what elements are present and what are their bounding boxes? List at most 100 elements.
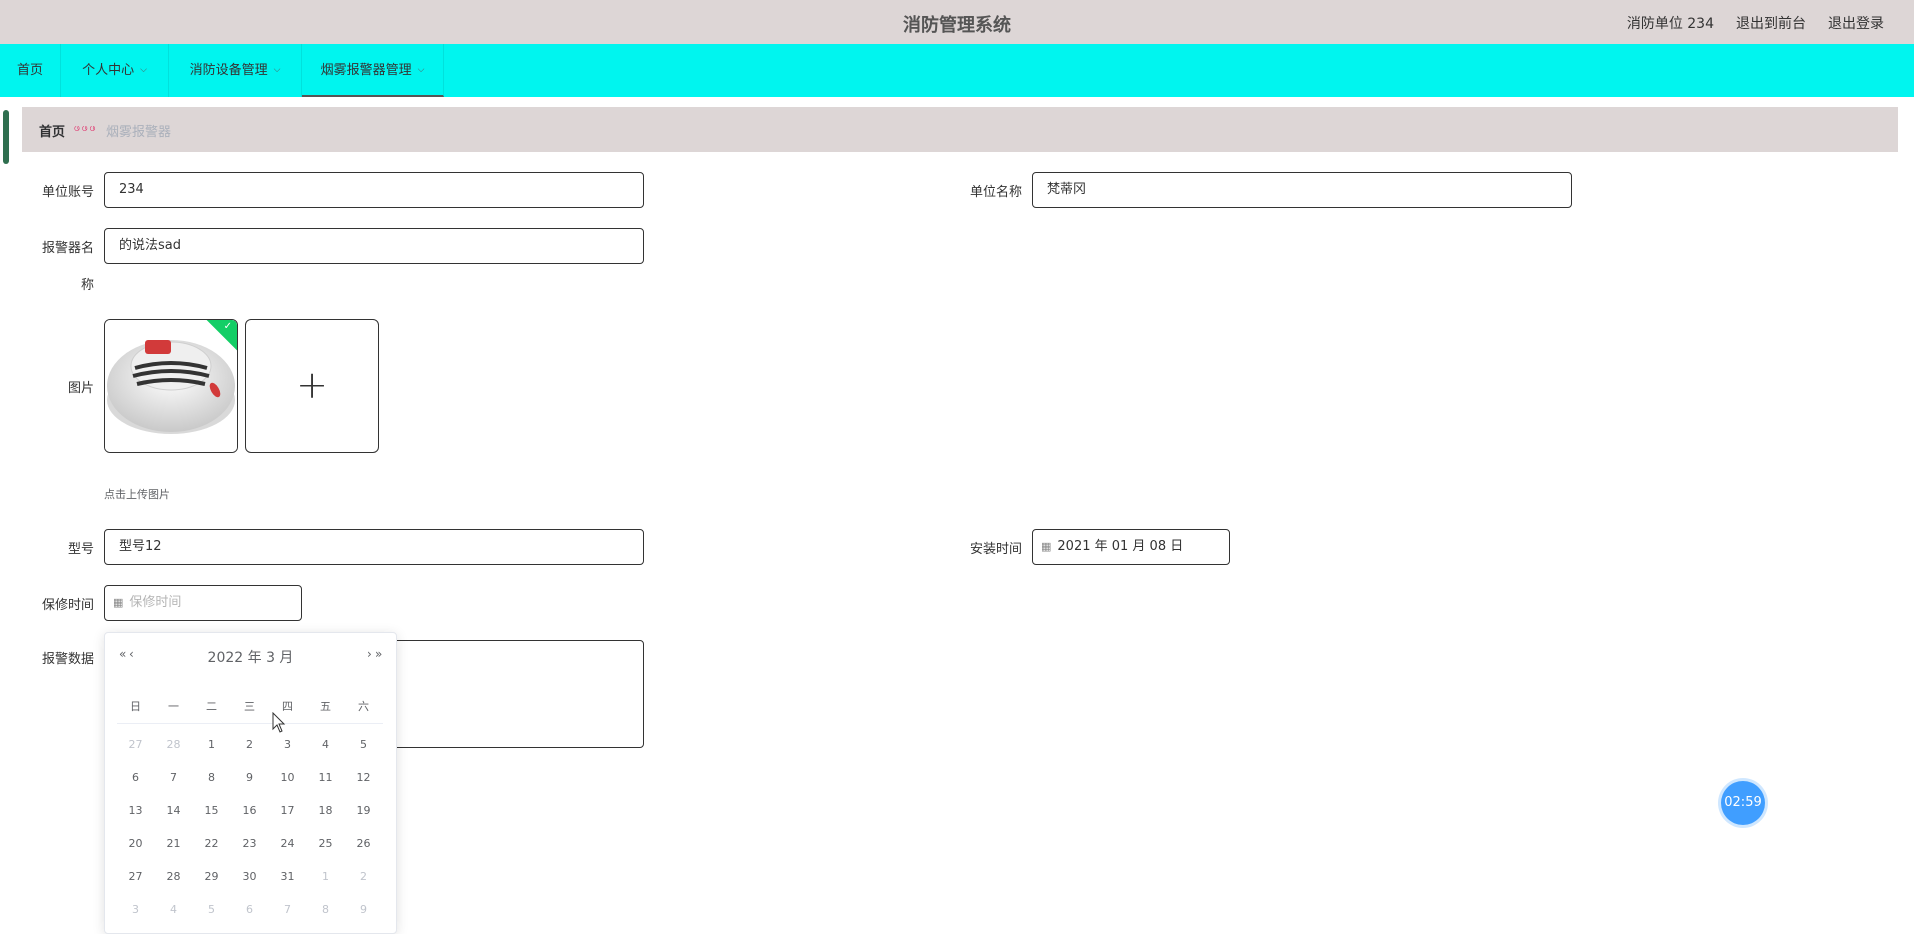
date-cell[interactable]: 25 [307,830,344,858]
date-cell[interactable]: 22 [193,830,230,858]
nav-item-fire-equipment[interactable]: 消防设备管理 ⌵ [169,44,302,97]
uploaded-image[interactable]: ✓ [104,319,238,453]
nav-item-label: 首页 [16,63,43,78]
date-cell[interactable]: 11 [307,764,344,792]
date-cell[interactable]: 1 [193,731,230,759]
date-cell[interactable]: 8 [193,764,230,792]
date-row: 27 28 1 2 3 4 5 [117,731,383,764]
warranty-input[interactable]: ▦ 保修时间 [104,585,302,621]
date-picker-popup: « ‹ 2022 年 3 月 › » 日一二三四五六 27 28 1 2 3 4 5 6 7 8 9… [104,632,397,934]
model-label: 型号 [67,542,94,557]
date-cell[interactable]: 4 [155,896,192,924]
date-cell[interactable]: 7 [269,896,306,924]
next-year-button[interactable]: » [375,647,382,661]
install-time-value: 2021 年 01 月 08 日 [1057,539,1184,554]
date-cell[interactable]: 4 [307,731,344,759]
smoke-detector-image [105,320,237,452]
date-cell[interactable]: 2 [231,731,268,759]
date-cell[interactable]: 7 [155,764,192,792]
install-time-input[interactable]: ▦ 2021 年 01 月 08 日 [1032,529,1230,565]
mouse-cursor-icon [272,712,286,733]
date-cell[interactable]: 30 [231,863,268,891]
breadcrumb: 首页 ဖ ဖ ဖ 烟雾报警器 [22,107,1898,152]
nav-item-smoke-alarm[interactable]: 烟雾报警器管理 ⌵ [302,44,444,97]
date-cell[interactable]: 3 [269,731,306,759]
breadcrumb-separator-icon: ဖ ဖ ဖ [74,121,96,134]
top-header: 消防管理系统 消防单位 234 退出到前台 退出登录 [0,0,1914,44]
nav-item-home[interactable]: 首页 [0,44,61,97]
date-cell[interactable]: 29 [193,863,230,891]
date-cell[interactable]: 10 [269,764,306,792]
countdown-timer[interactable]: 02:59 [1721,781,1765,825]
date-cell[interactable]: 31 [269,863,306,891]
date-cell[interactable]: 28 [155,863,192,891]
nav-item-label: 烟雾报警器管理 [320,63,412,78]
date-cell[interactable]: 23 [231,830,268,858]
model-input[interactable]: 型号12 [104,529,644,565]
plus-icon: + [296,363,328,407]
weekday-label: 二 [206,700,217,713]
date-row: 3456789 [117,896,383,929]
date-cell[interactable]: 5 [345,731,382,759]
weekday-header: 日一二三四五六 [117,693,383,724]
nav-item-personal-center[interactable]: 个人中心 ⌵ [61,44,169,97]
alarm-name-label: 报警器名 [41,241,94,256]
date-cell[interactable]: 14 [155,797,192,825]
date-row: 20 21 22 23 24 25 26 [117,830,383,863]
date-cell[interactable]: 27 [117,863,154,891]
date-cell[interactable]: 2 [345,863,382,891]
date-cell[interactable]: 26 [345,830,382,858]
date-cell[interactable]: 20 [117,830,154,858]
weekday-label: 五 [320,700,331,713]
next-month-button[interactable]: › [367,647,372,661]
date-cell[interactable]: 19 [345,797,382,825]
date-cell[interactable]: 18 [307,797,344,825]
unit-name-input[interactable]: 梵蒂冈 [1032,172,1572,208]
date-cell[interactable]: 9 [231,764,268,792]
date-cell[interactable]: 8 [307,896,344,924]
unit-name-label: 单位名称 [969,185,1022,200]
date-cell[interactable]: 13 [117,797,154,825]
scrollbar-thumb[interactable] [3,110,9,164]
date-picker-title[interactable]: 2022 年 3 月 [105,647,396,667]
date-cell[interactable]: 1 [307,863,344,891]
calendar-icon: ▦ [113,596,124,609]
date-cell[interactable]: 27 [117,731,154,759]
back-to-front-link[interactable]: 退出到前台 [1736,13,1806,33]
main-nav: 首页 个人中心 ⌵ 消防设备管理 ⌵ 烟雾报警器管理 ⌵ [0,44,1914,97]
date-cell[interactable]: 3 [117,896,154,924]
weekday-label: 日 [130,700,141,713]
alarm-name-input[interactable]: 的说法sad [104,228,644,264]
install-time-label: 安装时间 [969,542,1022,557]
chevron-down-icon: ⌵ [273,65,281,75]
date-row: 13 14 15 16 17 18 19 [117,797,383,830]
chevron-down-icon: ⌵ [417,65,425,75]
weekday-label: 三 [244,700,255,713]
nav-item-label: 消防设备管理 [189,63,268,78]
account-input[interactable]: 234 [104,172,644,208]
date-cell[interactable]: 12 [345,764,382,792]
alarm-data-label: 报警数据 [41,652,94,667]
header-actions: 消防单位 234 退出到前台 退出登录 [1627,13,1884,33]
logout-link[interactable]: 退出登录 [1828,13,1884,33]
upload-tip: 点击上传图片 [104,488,170,501]
date-row: 6 7 8 9 10 11 12 [117,764,383,797]
date-cell[interactable]: 15 [193,797,230,825]
date-cell[interactable]: 21 [155,830,192,858]
weekday-label: 六 [358,700,369,713]
weekday-label: 一 [168,700,179,713]
date-row: 27 28 29 30 31 1 2 [117,863,383,896]
date-cell[interactable]: 17 [269,797,306,825]
date-cell[interactable]: 6 [117,764,154,792]
calendar-icon: ▦ [1041,540,1052,553]
account-label: 单位账号 [41,185,94,200]
date-cell[interactable]: 6 [231,896,268,924]
date-cell[interactable]: 16 [231,797,268,825]
alarm-name-label-wrap: 称 [80,278,94,293]
upload-image-button[interactable]: + [245,319,379,453]
date-cell[interactable]: 28 [155,731,192,759]
date-cell[interactable]: 24 [269,830,306,858]
date-cell[interactable]: 5 [193,896,230,924]
date-cell[interactable]: 9 [345,896,382,924]
breadcrumb-home[interactable]: 首页 [39,121,65,140]
